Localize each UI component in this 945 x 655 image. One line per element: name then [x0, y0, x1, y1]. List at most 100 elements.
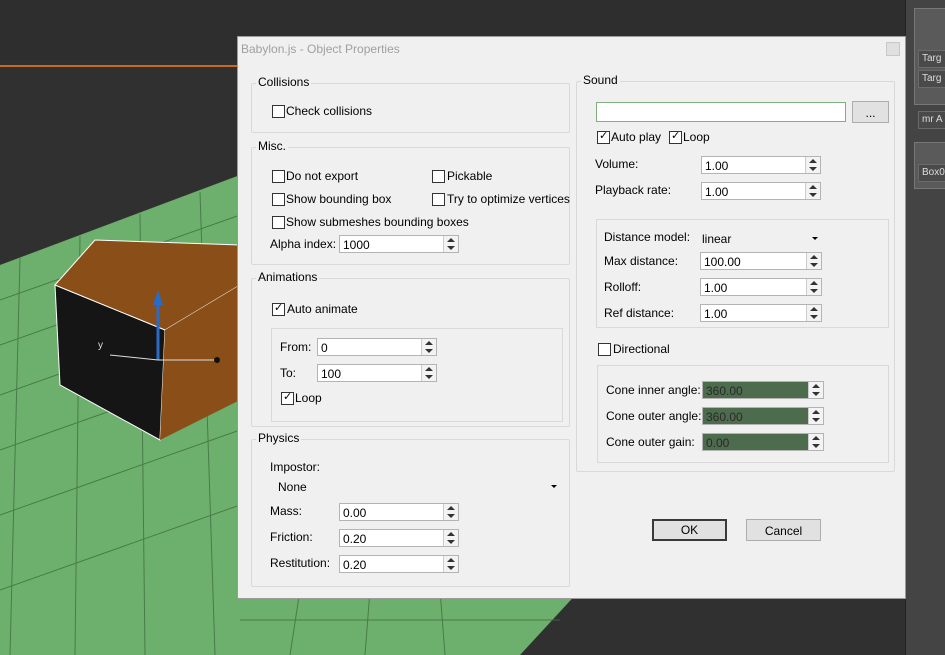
physics-label: Physics [256, 431, 302, 445]
volume-input[interactable]: 1.00 [701, 156, 821, 174]
check-collisions-label: Check collisions [286, 104, 373, 118]
impostor-label: Impostor: [270, 460, 321, 474]
misc-group: Misc. Do not export Pickable Show boundi… [251, 139, 570, 265]
impostor-value: None [278, 480, 307, 494]
browse-sound-button[interactable]: ... [852, 101, 889, 123]
cone-inner-angle-label: Cone inner angle: [606, 383, 701, 397]
auto-play-checkbox[interactable]: ✓ [597, 130, 610, 144]
show-submeshes-label: Show submeshes bounding boxes [286, 215, 469, 229]
auto-animate-checkbox[interactable]: ✓ [272, 302, 285, 316]
sound-loop-label: Loop [683, 130, 710, 144]
do-not-export-checkbox[interactable] [272, 170, 285, 183]
cone-outer-gain-spinner[interactable] [808, 434, 823, 450]
axis-label: y [98, 340, 103, 351]
do-not-export-label: Do not export [286, 169, 359, 183]
close-icon[interactable] [886, 42, 900, 56]
animation-range-box: From: 0 To: 100 ✓ Loop [271, 328, 563, 422]
optimize-vertices-label: Try to optimize vertices [447, 192, 570, 206]
animations-label: Animations [256, 270, 320, 284]
show-bounding-box-checkbox[interactable] [272, 193, 285, 206]
rolloff-spinner[interactable] [806, 279, 821, 295]
check-collisions-checkbox[interactable] [272, 105, 285, 118]
chevron-down-icon [551, 485, 557, 488]
target-button-2[interactable]: Targ [918, 70, 945, 88]
alpha-index-value: 1000 [343, 238, 370, 252]
alpha-index-input[interactable]: 1000 [339, 235, 459, 253]
volume-value: 1.00 [705, 159, 729, 173]
rolloff-value: 1.00 [704, 281, 728, 295]
cone-outer-gain-value: 0.00 [706, 436, 730, 450]
from-spinner[interactable] [421, 339, 436, 355]
sound-file-input[interactable] [596, 102, 846, 122]
restitution-label: Restitution: [270, 556, 331, 570]
cone-inner-angle-input[interactable]: 360.00 [702, 381, 824, 399]
cone-settings-box: Cone inner angle: 360.00 Cone outer angl… [597, 365, 889, 463]
playback-rate-label: Playback rate: [595, 183, 672, 197]
distance-model-value: linear [702, 232, 732, 246]
auto-animate-label: Auto animate [287, 302, 358, 316]
object-properties-dialog: Babylon.js - Object Properties Collision… [237, 36, 906, 599]
mass-spinner[interactable] [443, 504, 458, 520]
max-distance-input[interactable]: 100.00 [700, 252, 822, 270]
playback-rate-input[interactable]: 1.00 [701, 182, 821, 200]
from-input[interactable]: 0 [317, 338, 437, 356]
sound-loop-checkbox[interactable]: ✓ [669, 130, 682, 144]
max-distance-label: Max distance: [604, 254, 679, 268]
cone-outer-angle-spinner[interactable] [808, 408, 823, 424]
cone-outer-angle-value: 360.00 [706, 410, 743, 424]
animations-group: Animations ✓ Auto animate From: 0 To: 10… [251, 270, 570, 427]
object-name-field[interactable]: Box0 [918, 164, 945, 182]
pickable-checkbox[interactable] [432, 170, 445, 183]
target-button-1[interactable]: Targ [918, 50, 945, 68]
animation-loop-checkbox[interactable]: ✓ [281, 391, 294, 405]
ref-distance-input[interactable]: 1.00 [700, 304, 822, 322]
playback-rate-value: 1.00 [705, 185, 729, 199]
impostor-dropdown[interactable]: None [276, 478, 561, 496]
friction-spinner[interactable] [443, 530, 458, 546]
sound-label: Sound [581, 73, 620, 87]
directional-checkbox[interactable] [598, 343, 611, 356]
directional-label: Directional [613, 342, 670, 356]
physics-group: Physics Impostor: None Mass: 0.00 Fricti… [251, 431, 570, 587]
restitution-spinner[interactable] [443, 556, 458, 572]
distance-model-dropdown[interactable]: linear [700, 230, 822, 248]
optimize-vertices-checkbox[interactable] [432, 193, 445, 206]
alpha-index-spinner[interactable] [443, 236, 458, 252]
to-spinner[interactable] [421, 365, 436, 381]
restitution-input[interactable]: 0.20 [339, 555, 459, 573]
dialog-title: Babylon.js - Object Properties [241, 42, 400, 56]
rolloff-input[interactable]: 1.00 [700, 278, 822, 296]
playback-rate-spinner[interactable] [805, 183, 820, 199]
cancel-button[interactable]: Cancel [746, 519, 821, 541]
to-value: 100 [321, 367, 342, 381]
restitution-value: 0.20 [343, 558, 367, 572]
cone-inner-angle-spinner[interactable] [808, 382, 823, 398]
cone-outer-gain-label: Cone outer gain: [606, 435, 695, 449]
animation-loop-label: Loop [295, 391, 322, 405]
max-distance-spinner[interactable] [806, 253, 821, 269]
volume-label: Volume: [595, 157, 639, 171]
mass-value: 0.00 [343, 506, 367, 520]
mass-label: Mass: [270, 504, 303, 518]
collisions-label: Collisions [256, 75, 312, 89]
ref-distance-label: Ref distance: [604, 306, 675, 320]
from-value: 0 [321, 341, 328, 355]
max-distance-value: 100.00 [704, 255, 741, 269]
cone-outer-angle-input[interactable]: 360.00 [702, 407, 824, 425]
volume-spinner[interactable] [805, 157, 820, 173]
cone-outer-gain-input[interactable]: 0.00 [702, 433, 824, 451]
mass-input[interactable]: 0.00 [339, 503, 459, 521]
to-input[interactable]: 100 [317, 364, 437, 382]
ok-button[interactable]: OK [652, 519, 727, 541]
distance-settings-box: Distance model: linear Max distance: 100… [596, 219, 889, 328]
auto-play-label: Auto play [611, 130, 662, 144]
ref-distance-spinner[interactable] [806, 305, 821, 321]
chevron-down-icon [812, 237, 818, 240]
friction-label: Friction: [270, 530, 313, 544]
misc-label: Misc. [256, 139, 288, 153]
friction-input[interactable]: 0.20 [339, 529, 459, 547]
show-submeshes-checkbox[interactable] [272, 216, 285, 229]
dialog-titlebar[interactable]: Babylon.js - Object Properties [238, 37, 905, 61]
to-label: To: [280, 366, 297, 380]
mr-button[interactable]: mr A [918, 111, 945, 129]
